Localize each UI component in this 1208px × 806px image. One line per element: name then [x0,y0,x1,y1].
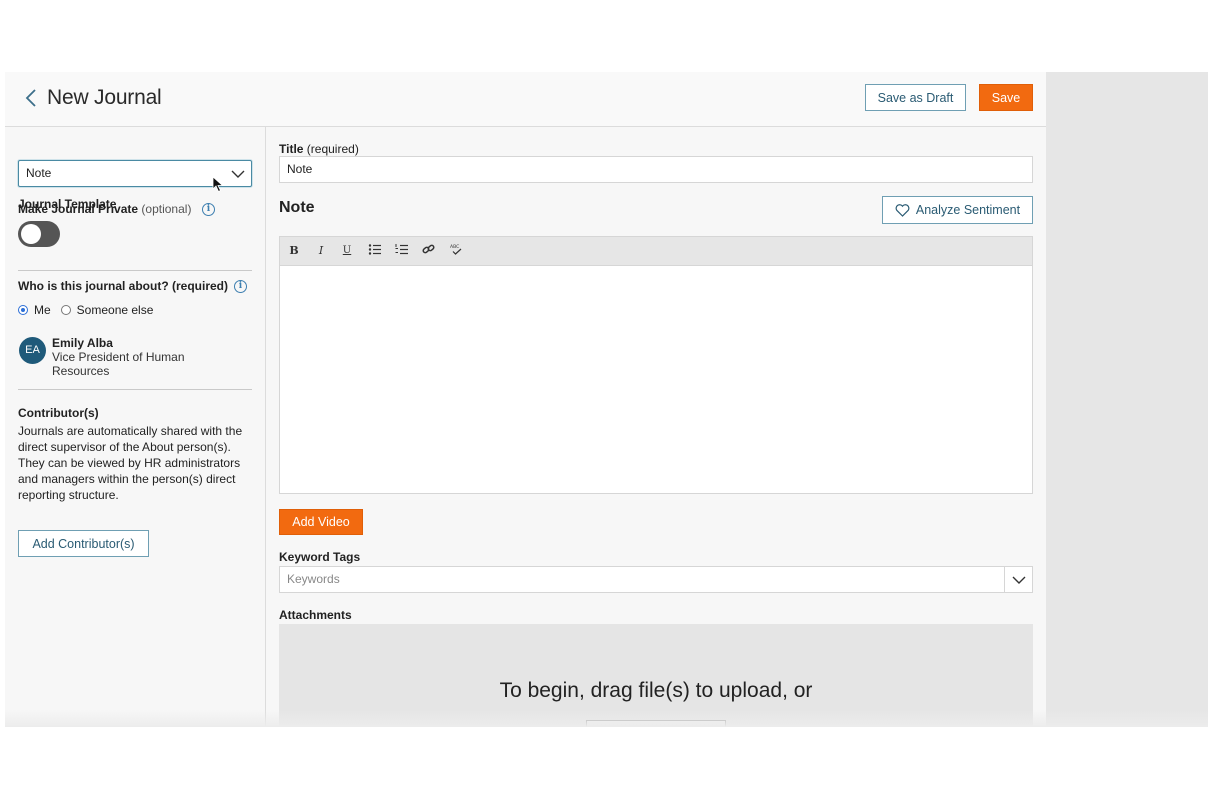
numbered-list-icon[interactable] [393,243,411,259]
italic-icon[interactable]: I [312,243,330,259]
editor-toolbar: B I U ABC [280,237,1032,266]
private-optional-text: (optional) [141,202,192,216]
rich-text-editor[interactable]: B I U ABC [279,236,1033,494]
chevron-down-icon [1012,576,1025,584]
keywords-dropdown-button[interactable] [1004,567,1032,592]
contributors-description: Journals are automatically shared with t… [18,424,243,502]
svg-text:ABC: ABC [450,244,459,250]
radio-someone-else-label: Someone else [76,303,154,317]
section-heading: Note [279,199,315,216]
title-label-text: Title [279,142,304,156]
avatar: EA [19,337,46,364]
dropzone-text: To begin, drag file(s) to upload, or [499,679,813,702]
spellcheck-icon[interactable]: ABC [447,243,465,259]
screen-frame: New Journal Save as Draft Save Journal T… [5,72,1208,727]
private-label: Make Journal Private (optional) [18,202,191,216]
sidebar: Journal Template Note Make Journal Priva… [5,127,266,727]
keyword-tags-label: Keyword Tags [279,550,361,564]
title-label: Title (required) [279,142,359,156]
heart-icon [895,203,910,217]
mouse-cursor-icon [212,176,224,193]
page-title: New Journal [47,86,162,109]
radio-me[interactable] [18,305,28,315]
contributors-label: Contributor(s) [18,406,99,420]
bold-icon[interactable]: B [285,243,303,259]
divider [18,270,252,271]
save-as-draft-button[interactable]: Save as Draft [865,84,966,111]
underline-icon[interactable]: U [338,243,356,259]
journal-app: New Journal Save as Draft Save Journal T… [5,72,1046,727]
title-input[interactable]: Note [279,156,1033,183]
about-radio-group: Me Someone else [18,303,153,317]
analyze-sentiment-label: Analyze Sentiment [915,203,1021,217]
info-icon[interactable]: i [234,280,247,293]
about-label: Who is this journal about? (required) [18,279,228,293]
page-header: New Journal Save as Draft Save [5,72,1046,127]
add-video-button[interactable]: Add Video [279,509,363,535]
title-required-text: (required) [306,142,359,156]
keywords-placeholder: Keywords [287,572,340,586]
bottom-fade [5,710,1208,727]
private-toggle[interactable] [18,221,60,247]
save-button[interactable]: Save [979,84,1033,111]
add-contributors-button[interactable]: Add Contributor(s) [18,530,149,557]
analyze-sentiment-button[interactable]: Analyze Sentiment [882,196,1033,224]
attachments-label: Attachments [279,608,352,622]
radio-someone-else[interactable] [60,305,71,315]
link-icon[interactable] [420,243,438,259]
divider [18,389,252,390]
private-label-text: Make Journal Private [18,202,139,216]
back-chevron-icon[interactable] [23,87,39,109]
toggle-knob [21,224,41,244]
keywords-input[interactable]: Keywords [279,566,1033,593]
info-icon[interactable]: i [202,203,215,216]
person-role: Vice President of Human Resources [52,350,185,378]
bulleted-list-icon[interactable] [366,243,384,259]
journal-template-value: Note [26,166,52,180]
radio-me-label: Me [34,303,51,317]
main-panel: Title (required) Note Note Analyze Senti… [266,127,1046,727]
chevron-down-icon [231,170,245,178]
person-name: Emily Alba [52,336,113,350]
